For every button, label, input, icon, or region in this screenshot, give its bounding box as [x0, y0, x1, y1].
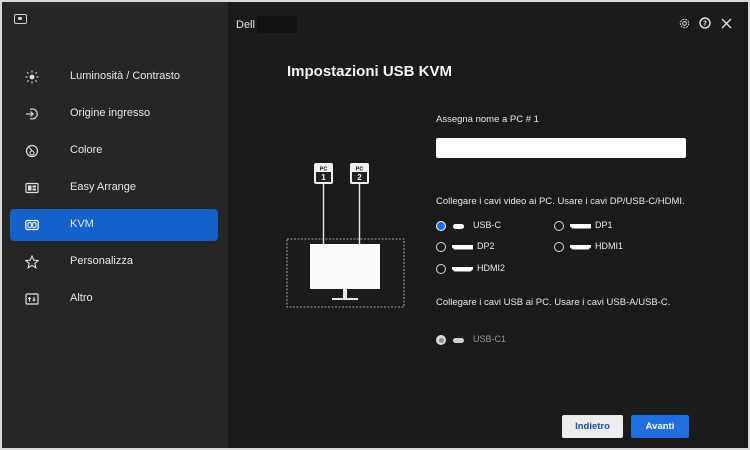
- close-icon[interactable]: [719, 16, 733, 30]
- easy-arrange-icon: [24, 180, 40, 196]
- sidebar-item-label: Personalizza: [70, 255, 133, 267]
- settings-icon[interactable]: [677, 16, 691, 30]
- sidebar-item-kvm[interactable]: KVM: [10, 209, 218, 241]
- sidebar-item-label: Altro: [70, 292, 93, 304]
- option-label: DP1: [595, 220, 613, 230]
- window-title: Dell: [236, 19, 255, 31]
- help-icon[interactable]: ?: [698, 16, 712, 30]
- option-label: HDMI1: [595, 241, 624, 251]
- sidebar: Luminosità / Contrasto Origine ingresso …: [2, 2, 228, 448]
- window-title-field: [257, 16, 297, 33]
- pc-name-input[interactable]: [436, 138, 686, 158]
- option-label: HDMI2: [477, 263, 506, 273]
- sidebar-item-label: Luminosità / Contrasto: [70, 70, 181, 82]
- sidebar-item-label: Origine ingresso: [70, 107, 151, 119]
- option-label: USB-C: [473, 220, 502, 230]
- sidebar-item-color[interactable]: Colore: [10, 135, 218, 167]
- radio-hdmi2[interactable]: [436, 264, 446, 274]
- radio-hdmi1[interactable]: [554, 242, 564, 252]
- next-button[interactable]: Avanti: [631, 415, 689, 438]
- option-label: USB-C1: [473, 334, 507, 344]
- other-icon: [24, 291, 40, 307]
- sidebar-item-input-source[interactable]: Origine ingresso: [10, 98, 218, 130]
- dp-port-icon: [452, 244, 473, 250]
- video-instruction: Collegare i cavi video ai PC. Usare i ca…: [436, 196, 685, 207]
- radio-usbc[interactable]: [436, 221, 446, 231]
- app-monitor-icon: [14, 14, 27, 24]
- pc1-label: PC: [320, 167, 328, 173]
- page-title: Impostazioni USB KVM: [287, 63, 453, 80]
- sidebar-item-personalize[interactable]: Personalizza: [10, 246, 218, 278]
- radio-dp1[interactable]: [554, 221, 564, 231]
- sidebar-item-easy-arrange[interactable]: Easy Arrange: [10, 172, 218, 204]
- option-label: DP2: [477, 241, 495, 251]
- sidebar-item-label: KVM: [70, 218, 94, 230]
- hdmi-port-icon: [452, 266, 473, 272]
- dp-port-icon: [570, 223, 591, 229]
- main-panel: Dell ? Impostazioni USB KVM PC 1 PC 2 As…: [228, 2, 748, 448]
- sidebar-item-label: Colore: [70, 144, 103, 156]
- svg-text:?: ?: [703, 20, 707, 28]
- usb-instruction: Collegare i cavi USB ai PC. Usare i cavi…: [436, 297, 671, 308]
- input-source-icon: [24, 106, 40, 122]
- pc-name-label: Assegna nome a PC # 1: [436, 114, 539, 125]
- kvm-diagram: PC 1 PC 2: [286, 160, 408, 312]
- sidebar-item-brightness[interactable]: Luminosità / Contrasto: [10, 61, 218, 93]
- color-icon: [24, 143, 40, 159]
- usb-c-port-icon: [453, 223, 464, 229]
- usb-c-port-icon: [453, 337, 464, 343]
- kvm-icon: [24, 217, 40, 233]
- sidebar-item-label: Easy Arrange: [70, 181, 137, 193]
- star-icon: [24, 254, 40, 270]
- radio-dp2[interactable]: [436, 242, 446, 252]
- sidebar-item-other[interactable]: Altro: [10, 283, 218, 315]
- radio-usbc1: [436, 335, 446, 345]
- app-window: Luminosità / Contrasto Origine ingresso …: [2, 2, 748, 448]
- pc2-number: 2: [357, 173, 362, 182]
- pc2-label: PC: [356, 167, 364, 173]
- hdmi-port-icon: [570, 244, 591, 250]
- pc1-number: 1: [321, 173, 326, 182]
- back-button[interactable]: Indietro: [562, 415, 623, 438]
- brightness-icon: [24, 69, 40, 85]
